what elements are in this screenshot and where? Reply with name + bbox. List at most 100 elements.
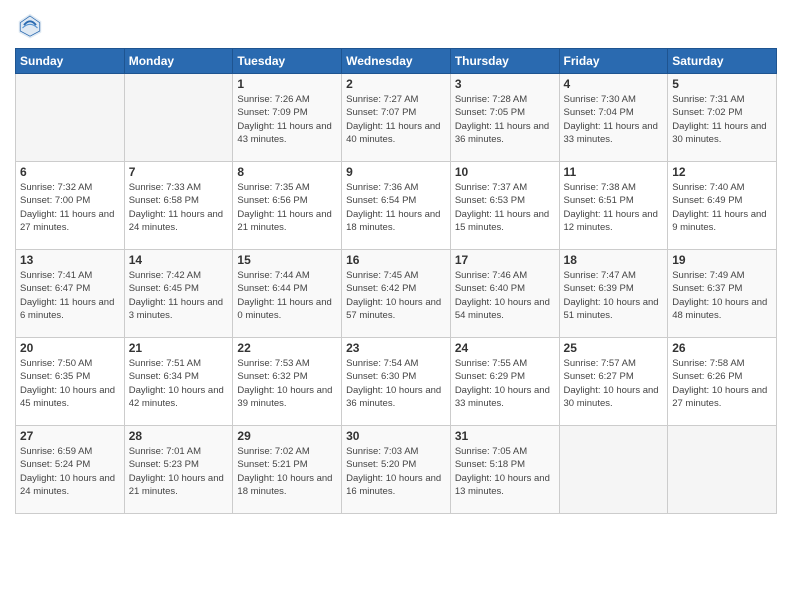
calendar-cell: 20Sunrise: 7:50 AM Sunset: 6:35 PM Dayli… bbox=[16, 338, 125, 426]
day-info: Sunrise: 7:42 AM Sunset: 6:45 PM Dayligh… bbox=[129, 269, 229, 322]
day-number: 19 bbox=[672, 253, 772, 267]
day-number: 12 bbox=[672, 165, 772, 179]
day-number: 5 bbox=[672, 77, 772, 91]
day-number: 18 bbox=[564, 253, 664, 267]
week-row-3: 13 Sunrise: 7:41 AM Sunset: 6:47 PM Dayli… bbox=[16, 250, 777, 338]
calendar-cell: 15 Sunrise: 7:44 AM Sunset: 6:44 PM Dayli… bbox=[233, 250, 342, 338]
day-info: Sunrise: 7:44 AM Sunset: 6:44 PM Dayligh… bbox=[237, 269, 337, 322]
day-info: Sunrise: 7:50 AM Sunset: 6:35 PM Dayligh… bbox=[20, 357, 120, 410]
calendar-cell: 28 Sunrise: 7:01 AM Sunset: 5:23 PM Dayli… bbox=[124, 426, 233, 514]
calendar-cell: 14 Sunrise: 7:42 AM Sunset: 6:45 PM Dayli… bbox=[124, 250, 233, 338]
day-number: 13 bbox=[20, 253, 120, 267]
day-number: 25 bbox=[564, 341, 664, 355]
week-row-4: 20Sunrise: 7:50 AM Sunset: 6:35 PM Dayli… bbox=[16, 338, 777, 426]
day-number: 26 bbox=[672, 341, 772, 355]
day-info: Sunrise: 6:59 AM Sunset: 5:24 PM Dayligh… bbox=[20, 445, 120, 498]
calendar-cell: 12 Sunrise: 7:40 AM Sunset: 6:49 PM Dayli… bbox=[668, 162, 777, 250]
day-number: 31 bbox=[455, 429, 555, 443]
day-number: 4 bbox=[564, 77, 664, 91]
calendar-cell: 27 Sunrise: 6:59 AM Sunset: 5:24 PM Dayli… bbox=[16, 426, 125, 514]
week-row-5: 27 Sunrise: 6:59 AM Sunset: 5:24 PM Dayli… bbox=[16, 426, 777, 514]
day-header-sunday: Sunday bbox=[16, 49, 125, 74]
day-number: 24 bbox=[455, 341, 555, 355]
calendar-header-row: SundayMondayTuesdayWednesdayThursdayFrid… bbox=[16, 49, 777, 74]
calendar-cell: 24 Sunrise: 7:55 AM Sunset: 6:29 PM Dayli… bbox=[450, 338, 559, 426]
day-number: 29 bbox=[237, 429, 337, 443]
day-header-friday: Friday bbox=[559, 49, 668, 74]
calendar-cell: 22 Sunrise: 7:53 AM Sunset: 6:32 PM Dayli… bbox=[233, 338, 342, 426]
day-number: 23 bbox=[346, 341, 446, 355]
calendar-cell bbox=[124, 74, 233, 162]
day-number: 10 bbox=[455, 165, 555, 179]
header bbox=[15, 10, 777, 40]
calendar-cell: 2Sunrise: 7:27 AM Sunset: 7:07 PM Daylig… bbox=[342, 74, 451, 162]
calendar-cell: 6Sunrise: 7:32 AM Sunset: 7:00 PM Daylig… bbox=[16, 162, 125, 250]
day-info: Sunrise: 7:57 AM Sunset: 6:27 PM Dayligh… bbox=[564, 357, 664, 410]
day-info: Sunrise: 7:01 AM Sunset: 5:23 PM Dayligh… bbox=[129, 445, 229, 498]
calendar-cell: 1 Sunrise: 7:26 AM Sunset: 7:09 PM Daylig… bbox=[233, 74, 342, 162]
calendar-cell: 5 Sunrise: 7:31 AM Sunset: 7:02 PM Daylig… bbox=[668, 74, 777, 162]
day-info: Sunrise: 7:58 AM Sunset: 6:26 PM Dayligh… bbox=[672, 357, 772, 410]
calendar-cell: 9Sunrise: 7:36 AM Sunset: 6:54 PM Daylig… bbox=[342, 162, 451, 250]
day-info: Sunrise: 7:05 AM Sunset: 5:18 PM Dayligh… bbox=[455, 445, 555, 498]
logo bbox=[15, 10, 49, 40]
day-info: Sunrise: 7:49 AM Sunset: 6:37 PM Dayligh… bbox=[672, 269, 772, 322]
calendar-cell: 17Sunrise: 7:46 AM Sunset: 6:40 PM Dayli… bbox=[450, 250, 559, 338]
day-info: Sunrise: 7:28 AM Sunset: 7:05 PM Dayligh… bbox=[455, 93, 555, 146]
day-info: Sunrise: 7:51 AM Sunset: 6:34 PM Dayligh… bbox=[129, 357, 229, 410]
day-info: Sunrise: 7:30 AM Sunset: 7:04 PM Dayligh… bbox=[564, 93, 664, 146]
day-info: Sunrise: 7:33 AM Sunset: 6:58 PM Dayligh… bbox=[129, 181, 229, 234]
calendar-cell: 7Sunrise: 7:33 AM Sunset: 6:58 PM Daylig… bbox=[124, 162, 233, 250]
page: SundayMondayTuesdayWednesdayThursdayFrid… bbox=[0, 0, 792, 612]
calendar-cell: 21 Sunrise: 7:51 AM Sunset: 6:34 PM Dayli… bbox=[124, 338, 233, 426]
calendar-cell: 4 Sunrise: 7:30 AM Sunset: 7:04 PM Daylig… bbox=[559, 74, 668, 162]
day-info: Sunrise: 7:54 AM Sunset: 6:30 PM Dayligh… bbox=[346, 357, 446, 410]
day-info: Sunrise: 7:26 AM Sunset: 7:09 PM Dayligh… bbox=[237, 93, 337, 146]
calendar-cell: 25 Sunrise: 7:57 AM Sunset: 6:27 PM Dayli… bbox=[559, 338, 668, 426]
calendar-cell bbox=[16, 74, 125, 162]
calendar-cell: 26 Sunrise: 7:58 AM Sunset: 6:26 PM Dayli… bbox=[668, 338, 777, 426]
calendar-cell: 19 Sunrise: 7:49 AM Sunset: 6:37 PM Dayli… bbox=[668, 250, 777, 338]
logo-icon bbox=[15, 10, 45, 40]
day-number: 22 bbox=[237, 341, 337, 355]
day-info: Sunrise: 7:27 AM Sunset: 7:07 PM Dayligh… bbox=[346, 93, 446, 146]
day-number: 28 bbox=[129, 429, 229, 443]
day-info: Sunrise: 7:53 AM Sunset: 6:32 PM Dayligh… bbox=[237, 357, 337, 410]
day-info: Sunrise: 7:38 AM Sunset: 6:51 PM Dayligh… bbox=[564, 181, 664, 234]
calendar-cell: 10 Sunrise: 7:37 AM Sunset: 6:53 PM Dayli… bbox=[450, 162, 559, 250]
calendar-cell: 18Sunrise: 7:47 AM Sunset: 6:39 PM Dayli… bbox=[559, 250, 668, 338]
calendar-cell bbox=[559, 426, 668, 514]
day-number: 15 bbox=[237, 253, 337, 267]
day-number: 17 bbox=[455, 253, 555, 267]
day-number: 16 bbox=[346, 253, 446, 267]
day-info: Sunrise: 7:31 AM Sunset: 7:02 PM Dayligh… bbox=[672, 93, 772, 146]
day-number: 21 bbox=[129, 341, 229, 355]
day-info: Sunrise: 7:02 AM Sunset: 5:21 PM Dayligh… bbox=[237, 445, 337, 498]
calendar-cell: 3 Sunrise: 7:28 AM Sunset: 7:05 PM Daylig… bbox=[450, 74, 559, 162]
day-header-monday: Monday bbox=[124, 49, 233, 74]
day-number: 3 bbox=[455, 77, 555, 91]
calendar-cell: 13 Sunrise: 7:41 AM Sunset: 6:47 PM Dayli… bbox=[16, 250, 125, 338]
day-number: 27 bbox=[20, 429, 120, 443]
calendar-cell: 30Sunrise: 7:03 AM Sunset: 5:20 PM Dayli… bbox=[342, 426, 451, 514]
day-info: Sunrise: 7:40 AM Sunset: 6:49 PM Dayligh… bbox=[672, 181, 772, 234]
day-info: Sunrise: 7:41 AM Sunset: 6:47 PM Dayligh… bbox=[20, 269, 120, 322]
calendar: SundayMondayTuesdayWednesdayThursdayFrid… bbox=[15, 48, 777, 514]
day-header-tuesday: Tuesday bbox=[233, 49, 342, 74]
calendar-cell: 11 Sunrise: 7:38 AM Sunset: 6:51 PM Dayli… bbox=[559, 162, 668, 250]
calendar-cell: 16Sunrise: 7:45 AM Sunset: 6:42 PM Dayli… bbox=[342, 250, 451, 338]
day-number: 14 bbox=[129, 253, 229, 267]
day-info: Sunrise: 7:55 AM Sunset: 6:29 PM Dayligh… bbox=[455, 357, 555, 410]
day-info: Sunrise: 7:32 AM Sunset: 7:00 PM Dayligh… bbox=[20, 181, 120, 234]
day-info: Sunrise: 7:35 AM Sunset: 6:56 PM Dayligh… bbox=[237, 181, 337, 234]
day-info: Sunrise: 7:36 AM Sunset: 6:54 PM Dayligh… bbox=[346, 181, 446, 234]
calendar-cell bbox=[668, 426, 777, 514]
day-number: 30 bbox=[346, 429, 446, 443]
day-number: 11 bbox=[564, 165, 664, 179]
day-info: Sunrise: 7:37 AM Sunset: 6:53 PM Dayligh… bbox=[455, 181, 555, 234]
day-header-wednesday: Wednesday bbox=[342, 49, 451, 74]
calendar-cell: 23 Sunrise: 7:54 AM Sunset: 6:30 PM Dayli… bbox=[342, 338, 451, 426]
calendar-cell: 8 Sunrise: 7:35 AM Sunset: 6:56 PM Daylig… bbox=[233, 162, 342, 250]
day-number: 1 bbox=[237, 77, 337, 91]
day-number: 8 bbox=[237, 165, 337, 179]
